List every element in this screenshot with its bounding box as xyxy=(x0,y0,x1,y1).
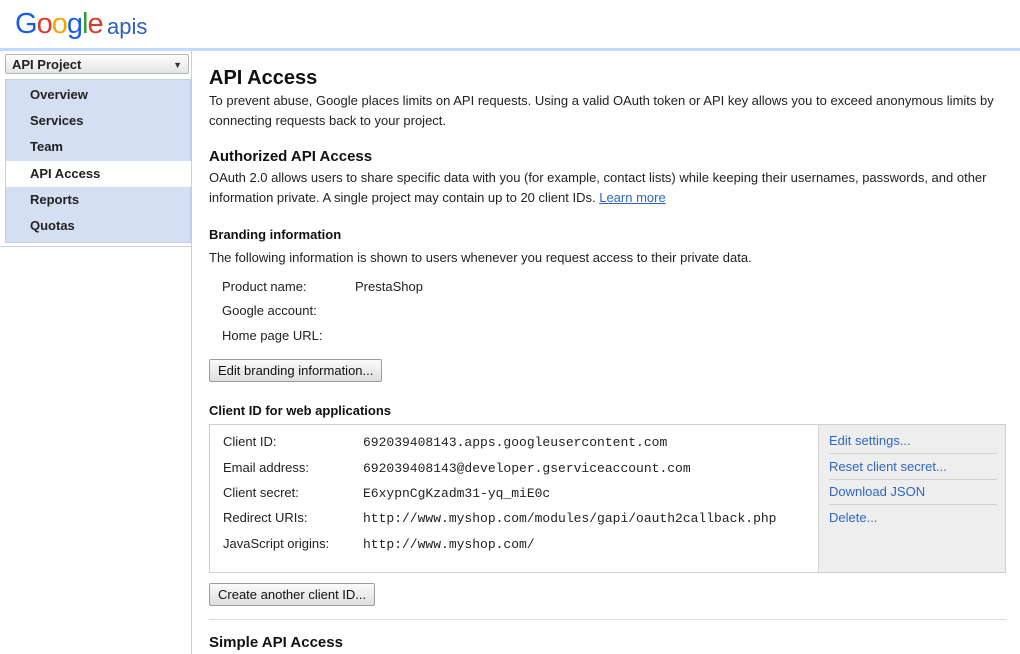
sidebar-divider xyxy=(0,246,191,247)
branding-heading: Branding information xyxy=(209,227,342,242)
product-name-label: Product name: xyxy=(222,279,307,294)
logo-letter: o xyxy=(51,8,68,40)
google-account-label: Google account: xyxy=(222,303,317,318)
sidebar-item-services[interactable]: Services xyxy=(6,108,191,134)
email-address-label: Email address: xyxy=(223,460,309,475)
client-id-box: Client ID: 692039408143.apps.googleuserc… xyxy=(209,424,1006,573)
branding-text: The following information is shown to us… xyxy=(209,250,752,265)
header: Google apis xyxy=(0,0,1020,48)
logo-letter: e xyxy=(87,8,103,40)
sidebar-item-api-access[interactable]: API Access xyxy=(6,161,201,187)
simple-api-heading: Simple API Access xyxy=(209,634,343,651)
sidebar-nav: Overview Services Team API Access Report… xyxy=(5,79,201,243)
delete-client-link[interactable]: Delete... xyxy=(829,505,997,530)
google-logo[interactable]: Google xyxy=(15,8,104,41)
create-client-id-button[interactable]: Create another client ID... xyxy=(209,583,376,606)
client-secret-value: E6xypnCgKzadm31-yq_miE0c xyxy=(363,486,551,501)
home-page-label: Home page URL: xyxy=(222,328,323,343)
logo-letter: G xyxy=(15,8,38,40)
edit-branding-button[interactable]: Edit branding information... xyxy=(209,359,383,382)
sidebar: API Project ▼ Overview Services Team API… xyxy=(0,51,201,654)
redirect-uris-value: http://www.myshop.com/modules/gapi/oauth… xyxy=(363,511,777,526)
section-divider xyxy=(209,619,1006,620)
sidebar-item-reports[interactable]: Reports xyxy=(6,187,191,213)
reset-client-secret-link[interactable]: Reset client secret... xyxy=(829,454,997,480)
content-border xyxy=(191,51,192,654)
logo-letter: g xyxy=(66,8,83,40)
client-heading: Client ID for web applications xyxy=(209,403,392,418)
email-address-value: 692039408143@developer.gserviceaccount.c… xyxy=(363,461,691,476)
authorized-text: OAuth 2.0 allows users to share specific… xyxy=(209,168,1009,208)
intro-text: To prevent abuse, Google places limits o… xyxy=(209,93,994,128)
javascript-origins-value: http://www.myshop.com/ xyxy=(363,537,535,552)
download-json-link[interactable]: Download JSON xyxy=(829,479,997,505)
sidebar-item-team[interactable]: Team xyxy=(6,134,191,160)
sidebar-item-quotas[interactable]: Quotas xyxy=(6,213,191,239)
product-name-value: PrestaShop xyxy=(355,279,423,294)
authorized-description: OAuth 2.0 allows users to share specific… xyxy=(209,170,987,205)
redirect-uris-label: Redirect URIs: xyxy=(223,510,308,525)
sidebar-item-overview[interactable]: Overview xyxy=(6,82,191,108)
project-select-label: API Project xyxy=(12,57,82,72)
dropdown-arrow-icon: ▼ xyxy=(173,60,182,70)
logo-letter: o xyxy=(36,8,53,40)
client-id-label: Client ID: xyxy=(223,434,277,449)
learn-more-link[interactable]: Learn more xyxy=(599,190,665,205)
javascript-origins-label: JavaScript origins: xyxy=(223,536,330,551)
authorized-heading: Authorized API Access xyxy=(209,148,373,165)
page-title: API Access xyxy=(209,67,318,89)
client-id-value: 692039408143.apps.googleusercontent.com xyxy=(363,435,668,450)
logo-apis-text: apis xyxy=(107,14,148,39)
project-select[interactable]: API Project ▼ xyxy=(5,54,189,74)
client-secret-label: Client secret: xyxy=(223,485,299,500)
client-actions-panel: Edit settings... Reset client secret... … xyxy=(818,425,1005,572)
edit-settings-link[interactable]: Edit settings... xyxy=(829,428,997,454)
